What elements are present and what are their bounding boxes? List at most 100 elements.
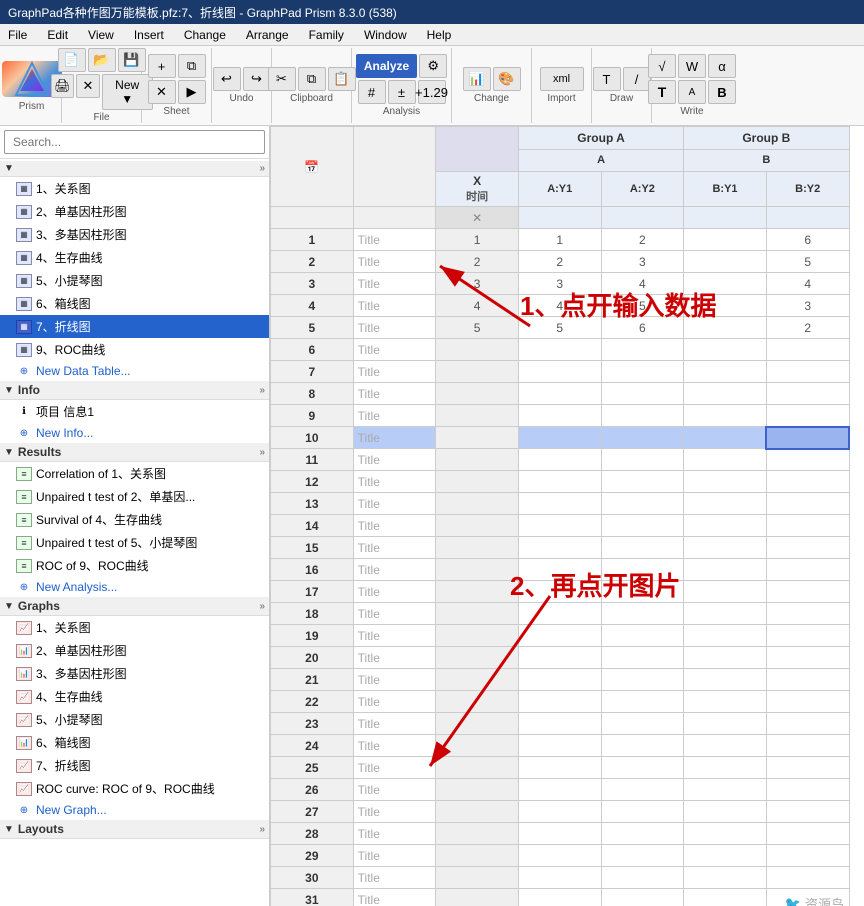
row-by1[interactable] (684, 229, 767, 251)
row-title[interactable]: Title (353, 427, 436, 449)
row-title[interactable]: Title (353, 669, 436, 691)
row-ay2[interactable]: 3 (601, 251, 684, 273)
new-file-btn[interactable]: 📄 (58, 48, 86, 72)
row-ay1[interactable] (518, 713, 601, 735)
table-row[interactable]: 4Title4453 (271, 295, 850, 317)
row-by1[interactable] (684, 537, 767, 559)
table-row[interactable]: 18Title (271, 603, 850, 625)
row-x[interactable] (436, 801, 519, 823)
row-by1[interactable] (684, 625, 767, 647)
row-ay2[interactable] (601, 383, 684, 405)
row-ay2[interactable] (601, 779, 684, 801)
row-x[interactable] (436, 339, 519, 361)
row-x[interactable] (436, 405, 519, 427)
table-row[interactable]: 11Title (271, 449, 850, 471)
row-by2[interactable] (766, 427, 849, 449)
row-ay1[interactable]: 1 (518, 229, 601, 251)
sidebar-item-survival4[interactable]: ≡ Survival of 4、生存曲线 (0, 508, 269, 531)
row-x[interactable] (436, 427, 519, 449)
sidebar-item-new-graph[interactable]: ⊕ New Graph... (0, 800, 269, 820)
row-x[interactable] (436, 647, 519, 669)
import-xml-btn[interactable]: xml (540, 67, 584, 91)
row-title[interactable]: Title (353, 339, 436, 361)
table-row[interactable]: 1Title1126 (271, 229, 850, 251)
row-ay2[interactable] (601, 889, 684, 906)
sidebar-item-6-box[interactable]: ▦ 6、箱线图 (0, 292, 269, 315)
section-graphs[interactable]: ▼ Graphs » (0, 597, 269, 616)
row-ay1[interactable] (518, 581, 601, 603)
row-ay2[interactable] (601, 559, 684, 581)
draw-text-btn[interactable]: T (593, 67, 621, 91)
row-x[interactable] (436, 383, 519, 405)
menu-insert[interactable]: Insert (130, 26, 168, 44)
table-row[interactable]: 20Title (271, 647, 850, 669)
row-ay1[interactable] (518, 647, 601, 669)
row-ay1[interactable] (518, 691, 601, 713)
section-info-more[interactable]: » (259, 385, 265, 396)
row-title[interactable]: Title (353, 889, 436, 906)
row-x[interactable] (436, 493, 519, 515)
row-title[interactable]: Title (353, 713, 436, 735)
stats-btn[interactable]: ± (388, 80, 416, 104)
menu-edit[interactable]: Edit (43, 26, 72, 44)
sidebar-graph-1[interactable]: 📈 1、关系图 (0, 616, 269, 639)
search-input[interactable] (4, 130, 265, 154)
row-by1[interactable] (684, 295, 767, 317)
sidebar-item-ttest2[interactable]: ≡ Unpaired t test of 2、单基因... (0, 485, 269, 508)
menu-window[interactable]: Window (360, 26, 411, 44)
row-ay2[interactable] (601, 449, 684, 471)
row-ay2[interactable] (601, 867, 684, 889)
sidebar-graph-3[interactable]: 📊 3、多基因柱形图 (0, 662, 269, 685)
row-title[interactable]: Title (353, 823, 436, 845)
row-x[interactable] (436, 867, 519, 889)
sheet-dup-btn[interactable]: ⧉ (178, 54, 206, 78)
row-by1[interactable] (684, 251, 767, 273)
redo-btn[interactable]: ↪ (243, 67, 271, 91)
table-row[interactable]: 28Title (271, 823, 850, 845)
table-row[interactable]: 22Title (271, 691, 850, 713)
sidebar-item-4-survival[interactable]: ▦ 4、生存曲线 (0, 246, 269, 269)
row-by2[interactable] (766, 339, 849, 361)
table-row[interactable]: 10Title (271, 427, 850, 449)
row-by2[interactable] (766, 493, 849, 515)
row-by2[interactable] (766, 449, 849, 471)
row-x[interactable] (436, 449, 519, 471)
table-row[interactable]: 14Title (271, 515, 850, 537)
table-row[interactable]: 6Title (271, 339, 850, 361)
row-ay1[interactable] (518, 625, 601, 647)
row-ay1[interactable]: 5 (518, 317, 601, 339)
menu-help[interactable]: Help (423, 26, 456, 44)
row-ay2[interactable] (601, 493, 684, 515)
row-ay1[interactable] (518, 845, 601, 867)
row-ay2[interactable] (601, 471, 684, 493)
sheet-nav-btn[interactable]: ▶ (178, 80, 206, 104)
cut-btn[interactable]: ✂ (268, 67, 296, 91)
row-title[interactable]: Title (353, 647, 436, 669)
row-by2[interactable] (766, 625, 849, 647)
sidebar-item-info1[interactable]: ℹ 项目 信息1 (0, 400, 269, 423)
row-x[interactable] (436, 559, 519, 581)
sidebar-graph-4[interactable]: 📈 4、生存曲线 (0, 685, 269, 708)
row-ay2[interactable] (601, 625, 684, 647)
row-by2[interactable] (766, 559, 849, 581)
table-row[interactable]: 29Title (271, 845, 850, 867)
row-title[interactable]: Title (353, 405, 436, 427)
row-by2[interactable]: 4 (766, 273, 849, 295)
write-w-btn[interactable]: W (678, 54, 706, 78)
table-row[interactable]: 13Title (271, 493, 850, 515)
table-row[interactable]: 16Title (271, 559, 850, 581)
row-by2[interactable] (766, 713, 849, 735)
row-x[interactable] (436, 669, 519, 691)
table-row[interactable]: 26Title (271, 779, 850, 801)
transform-btn[interactable]: +1.29 (418, 80, 446, 104)
row-title[interactable]: Title (353, 603, 436, 625)
section-data-tables-more[interactable]: » (259, 163, 265, 174)
sheet-del-btn[interactable]: ✕ (148, 80, 176, 104)
row-ay1[interactable] (518, 427, 601, 449)
row-ay2[interactable] (601, 823, 684, 845)
row-by1[interactable] (684, 647, 767, 669)
row-x[interactable] (436, 889, 519, 906)
table-row[interactable]: 3Title3344 (271, 273, 850, 295)
sidebar-item-3-multibar[interactable]: ▦ 3、多基因柱形图 (0, 223, 269, 246)
sidebar-item-new-analysis[interactable]: ⊕ New Analysis... (0, 577, 269, 597)
